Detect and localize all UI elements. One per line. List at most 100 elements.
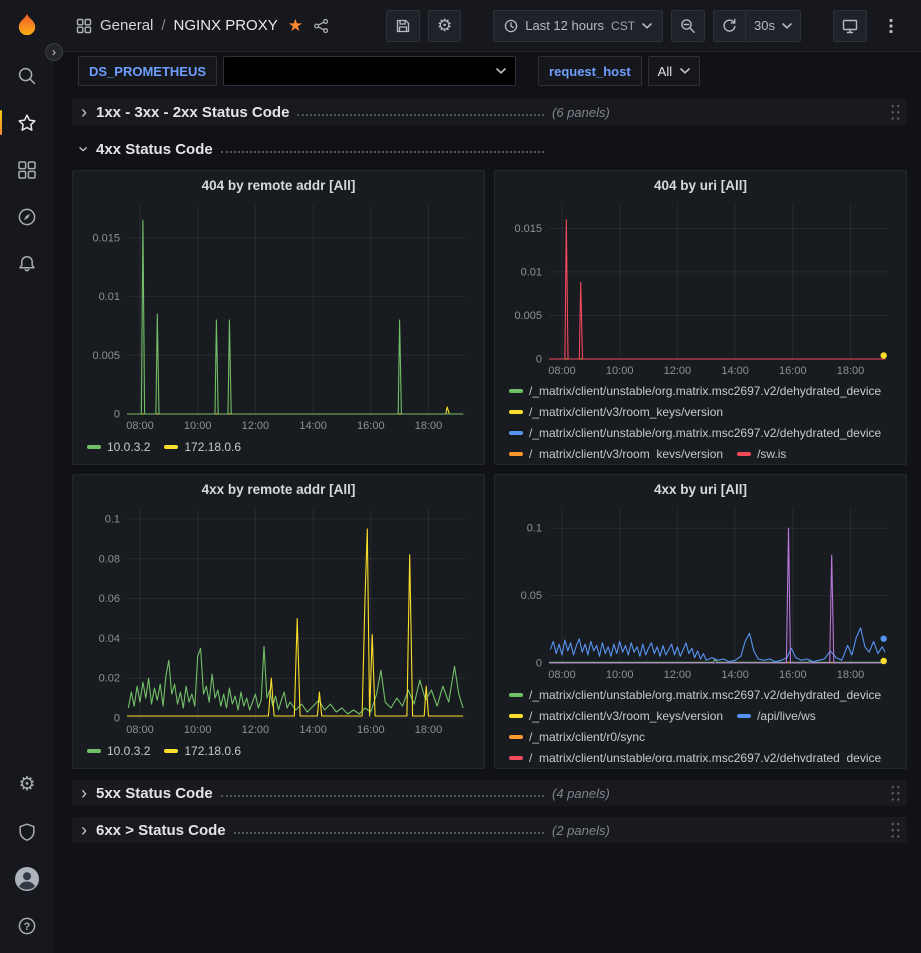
favorite-star-icon[interactable]: ★ bbox=[288, 16, 303, 36]
row-drag-handle[interactable] bbox=[890, 821, 901, 840]
kebab-menu-button[interactable] bbox=[875, 10, 907, 42]
timeseries-chart[interactable]: 00.050.108:0010:0012:0014:0016:0018:00 bbox=[503, 500, 898, 683]
dashboard-canvas: › 1xx - 3xx - 2xx Status Code (6 panels)… bbox=[54, 90, 921, 953]
grafana-app: ⚙ ? bbox=[0, 0, 921, 953]
panel-title[interactable]: 404 by remote addr [All] bbox=[81, 175, 476, 197]
grafana-logo[interactable] bbox=[0, 0, 54, 52]
svg-text:08:00: 08:00 bbox=[126, 420, 154, 432]
timeseries-chart[interactable]: 00.0050.010.01508:0010:0012:0014:0016:00… bbox=[81, 197, 476, 434]
legend-swatch bbox=[509, 756, 523, 760]
sidebar-toggle-button[interactable]: › bbox=[45, 43, 63, 61]
breadcrumb: General / NGINX PROXY ★ bbox=[76, 16, 329, 36]
sidebar-item-profile[interactable] bbox=[0, 855, 54, 902]
legend-item[interactable]: /sw.js bbox=[737, 444, 786, 458]
svg-text:08:00: 08:00 bbox=[126, 724, 154, 736]
panel-title[interactable]: 4xx by uri [All] bbox=[503, 479, 898, 500]
sidebar-item-configuration[interactable]: ⚙ bbox=[0, 761, 54, 808]
panel-legend: 10.0.3.2 172.18.0.6 bbox=[81, 740, 476, 761]
legend-label: 172.18.0.6 bbox=[184, 744, 241, 758]
row-6xx-status-code[interactable]: › 6xx > Status Code (2 panels) bbox=[72, 817, 907, 843]
legend-label: /sw.js bbox=[757, 447, 786, 458]
svg-text:0.08: 0.08 bbox=[99, 553, 120, 565]
gear-icon: ⚙ bbox=[437, 17, 452, 34]
legend-item[interactable]: 10.0.3.2 bbox=[87, 436, 150, 457]
refresh-interval-picker[interactable]: 30s bbox=[746, 10, 801, 42]
legend-item[interactable]: 10.0.3.2 bbox=[87, 740, 150, 761]
legend-swatch bbox=[509, 410, 523, 414]
time-range-picker[interactable]: Last 12 hours CST bbox=[493, 10, 663, 42]
sidebar-item-starred[interactable] bbox=[0, 99, 54, 146]
sidebar-item-server-admin[interactable] bbox=[0, 808, 54, 855]
share-icon[interactable] bbox=[313, 18, 329, 34]
row-drag-handle[interactable] bbox=[890, 784, 901, 803]
svg-text:12:00: 12:00 bbox=[664, 669, 692, 681]
row-5xx-status-code[interactable]: › 5xx Status Code (4 panels) bbox=[72, 780, 907, 806]
apps-icon bbox=[17, 160, 37, 180]
svg-text:0: 0 bbox=[114, 713, 120, 725]
legend-swatch bbox=[509, 693, 523, 697]
compass-icon bbox=[17, 207, 37, 227]
panel-legend: 10.0.3.2 172.18.0.6 bbox=[81, 436, 476, 457]
main-area: General / NGINX PROXY ★ bbox=[54, 0, 921, 953]
dotted-leader bbox=[221, 795, 544, 797]
ds-prometheus-value-select[interactable] bbox=[223, 56, 516, 86]
row-title: 1xx - 3xx - 2xx Status Code bbox=[96, 104, 289, 121]
legend-item[interactable]: /_matrix/client/v3/room_keys/version bbox=[509, 444, 723, 458]
legend-item[interactable]: /_matrix/client/unstable/org.matrix.msc2… bbox=[509, 381, 881, 402]
legend-label: /_matrix/client/v3/room_keys/version bbox=[529, 447, 723, 458]
panel-title[interactable]: 4xx by remote addr [All] bbox=[81, 479, 476, 501]
cycle-view-mode-button[interactable] bbox=[833, 10, 867, 42]
bell-icon bbox=[17, 254, 37, 274]
svg-text:16:00: 16:00 bbox=[357, 724, 385, 736]
svg-text:0: 0 bbox=[536, 657, 542, 669]
row-1xx-3xx-2xx-status-code[interactable]: › 1xx - 3xx - 2xx Status Code (6 panels) bbox=[72, 99, 907, 125]
svg-text:10:00: 10:00 bbox=[606, 365, 634, 377]
variable-label-request-host[interactable]: request_host bbox=[538, 56, 642, 86]
search-icon bbox=[17, 66, 37, 86]
sidebar-item-help[interactable]: ? bbox=[0, 902, 54, 949]
timeseries-chart[interactable]: 00.020.040.060.080.108:0010:0012:0014:00… bbox=[81, 501, 476, 738]
zoom-out-icon bbox=[680, 18, 696, 34]
legend-label: /_matrix/client/unstable/org.matrix.msc2… bbox=[529, 384, 881, 398]
refresh-button[interactable] bbox=[713, 10, 746, 42]
svg-text:16:00: 16:00 bbox=[779, 365, 807, 377]
legend-item[interactable]: /_matrix/client/unstable/org.matrix.msc2… bbox=[509, 748, 881, 762]
variable-label-ds-prometheus[interactable]: DS_PROMETHEUS bbox=[78, 56, 217, 86]
legend-item[interactable]: 172.18.0.6 bbox=[164, 436, 241, 457]
row-drag-handle[interactable] bbox=[890, 103, 901, 122]
legend-item[interactable]: /api/live/ws bbox=[737, 706, 816, 727]
svg-text:18:00: 18:00 bbox=[415, 724, 443, 736]
refresh-button-group: 30s bbox=[713, 10, 801, 42]
sidebar-item-explore[interactable] bbox=[0, 193, 54, 240]
svg-text:08:00: 08:00 bbox=[548, 669, 576, 681]
legend-item[interactable]: /_matrix/client/r0/sync bbox=[509, 727, 645, 748]
star-icon bbox=[17, 113, 37, 133]
svg-text:0.05: 0.05 bbox=[521, 590, 542, 602]
chevron-down-icon bbox=[680, 68, 690, 74]
svg-text:10:00: 10:00 bbox=[184, 724, 212, 736]
row-4xx-status-code[interactable]: › 4xx Status Code bbox=[72, 136, 907, 162]
save-dashboard-button[interactable] bbox=[386, 10, 420, 42]
legend-item[interactable]: /_matrix/client/unstable/org.matrix.msc2… bbox=[509, 685, 881, 706]
legend-swatch bbox=[509, 735, 523, 739]
legend-item[interactable]: 172.18.0.6 bbox=[164, 740, 241, 761]
timezone-label: CST bbox=[611, 19, 635, 33]
legend-item[interactable]: /_matrix/client/v3/room_keys/version bbox=[509, 402, 723, 423]
panel-title[interactable]: 404 by uri [All] bbox=[503, 175, 898, 196]
sidebar-item-dashboards[interactable] bbox=[0, 146, 54, 193]
svg-text:?: ? bbox=[24, 921, 31, 933]
legend-item[interactable]: /_matrix/client/unstable/org.matrix.msc2… bbox=[509, 423, 881, 444]
sidebar-item-search[interactable] bbox=[0, 52, 54, 99]
dashboard-settings-button[interactable]: ⚙ bbox=[428, 10, 461, 42]
svg-text:0.005: 0.005 bbox=[92, 350, 120, 362]
legend-item[interactable]: /_matrix/client/v3/room_keys/version bbox=[509, 706, 723, 727]
sidebar-item-alerting[interactable] bbox=[0, 240, 54, 287]
svg-text:0.005: 0.005 bbox=[514, 310, 542, 322]
timeseries-chart[interactable]: 00.0050.010.01508:0010:0012:0014:0016:00… bbox=[503, 196, 898, 379]
legend-label: /_matrix/client/unstable/org.matrix.msc2… bbox=[529, 426, 881, 440]
refresh-icon bbox=[722, 18, 737, 33]
legend-label: 10.0.3.2 bbox=[107, 440, 150, 454]
breadcrumb-folder[interactable]: General bbox=[100, 17, 153, 34]
request-host-value-select[interactable]: All bbox=[648, 56, 700, 86]
zoom-out-button[interactable] bbox=[671, 10, 705, 42]
